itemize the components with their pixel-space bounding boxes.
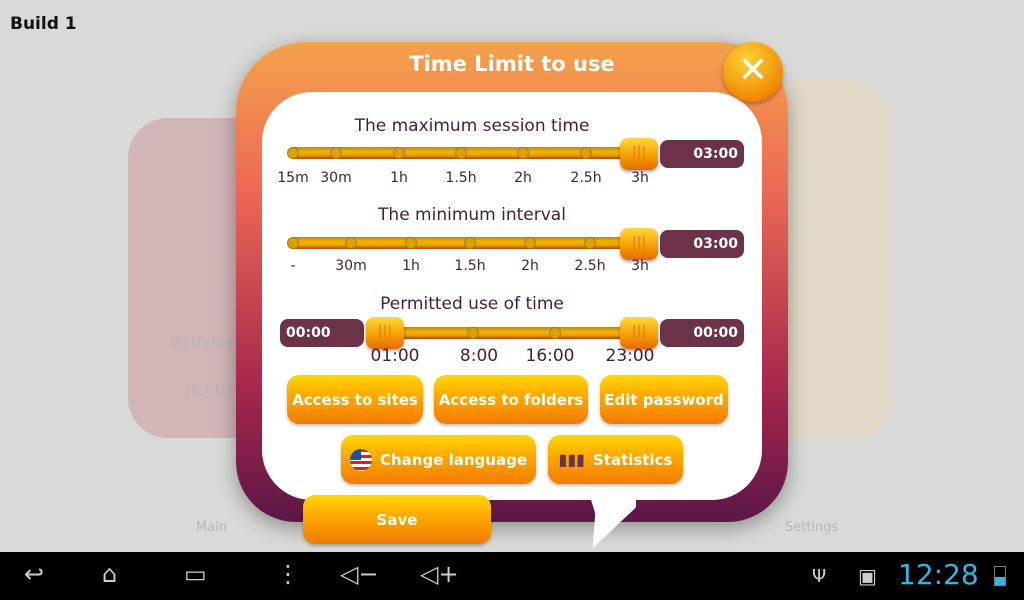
slider-step-dot [580,147,592,159]
tick-label: 30m [320,170,352,186]
access-to-folders-button[interactable]: Access to folders [434,375,588,424]
tick-label: 2.5h [570,170,602,186]
home-icon[interactable]: ⌂ [102,560,117,588]
session-slider-handle[interactable]: ||| [620,138,658,170]
statistics-button[interactable]: ▮▮▮ Statistics [548,435,683,484]
tick-label: 30m [335,258,367,274]
interval-slider-handle[interactable]: ||| [620,228,658,260]
tick-label: 8:00 [459,346,499,366]
edit-password-button[interactable]: Edit password [600,375,728,424]
tick-label: 2h [521,258,539,274]
slider-step-dot [524,237,536,249]
tick-label: 1.5h [454,258,486,274]
menu-icon[interactable]: ⋮ [276,560,300,588]
permitted-end-handle[interactable]: ||| [620,317,658,349]
build-label: Build 1 [10,14,77,34]
tick-label: 15m [277,170,309,186]
us-flag-icon [349,448,372,471]
tick-label: 3h [631,170,649,186]
tick-label: 1h [402,258,420,274]
slider-step-dot [584,237,596,249]
permitted-end-value: 00:00 [660,319,744,347]
close-button[interactable]: ✕ [723,42,783,102]
slider-step-dot [287,237,299,249]
volume-up-icon[interactable]: ◁+ [420,560,459,588]
save-button[interactable]: Save [303,495,491,544]
slider-step-dot [467,327,479,339]
clock: 12:28 [898,558,979,591]
tick-label: 1h [390,170,408,186]
session-value: 03:00 [660,140,744,168]
slider-label: The maximum session time [354,116,590,136]
bg-hobby: Hobby [185,381,234,399]
tick-label: 1.5h [445,170,477,186]
slider-step-dot [330,147,342,159]
tick-label: 2h [514,170,532,186]
slider-step-dot [549,327,561,339]
interval-value: 03:00 [660,230,744,258]
change-language-button[interactable]: Change language [341,435,536,484]
dialog-title: Time Limit to use [409,52,615,76]
gallery-icon: ▣ [858,564,877,588]
bar-chart-icon: ▮▮▮ [558,450,585,469]
usb-icon: Ψ [812,566,827,587]
change-language-label: Change language [379,450,527,469]
tick-label: - [290,258,296,274]
tick-label: 2.5h [574,258,606,274]
access-to-sites-button[interactable]: Access to sites [287,375,423,424]
slider-label: Permitted use of time [380,294,564,314]
tick-label: 16:00 [525,346,575,366]
close-icon: ✕ [737,50,769,91]
back-icon[interactable]: ↩ [24,560,44,588]
permitted-slider-track[interactable] [380,327,640,339]
recent-apps-icon[interactable]: ▭ [184,560,207,588]
battery-icon [994,566,1006,586]
slider-label: The minimum interval [378,205,566,225]
bg-birthday: Birthday [170,333,234,351]
statistics-label: Statistics [592,450,673,469]
slider-step-dot [287,147,299,159]
slider-step-dot [517,147,529,159]
permitted-start-value: 00:00 [280,319,364,347]
slider-step-dot [464,237,476,249]
tick-label: 01:00 [370,346,420,366]
bg-main: Main [196,520,228,535]
volume-down-icon[interactable]: ◁− [340,560,379,588]
slider-step-dot [345,237,357,249]
slider-step-dot [455,147,467,159]
slider-step-dot [405,237,417,249]
tick-label: 23:00 [605,346,655,366]
slider-step-dot [393,147,405,159]
tick-label: 3h [631,258,649,274]
bg-settings: Settings [785,520,839,535]
permitted-start-handle[interactable]: ||| [366,317,404,349]
